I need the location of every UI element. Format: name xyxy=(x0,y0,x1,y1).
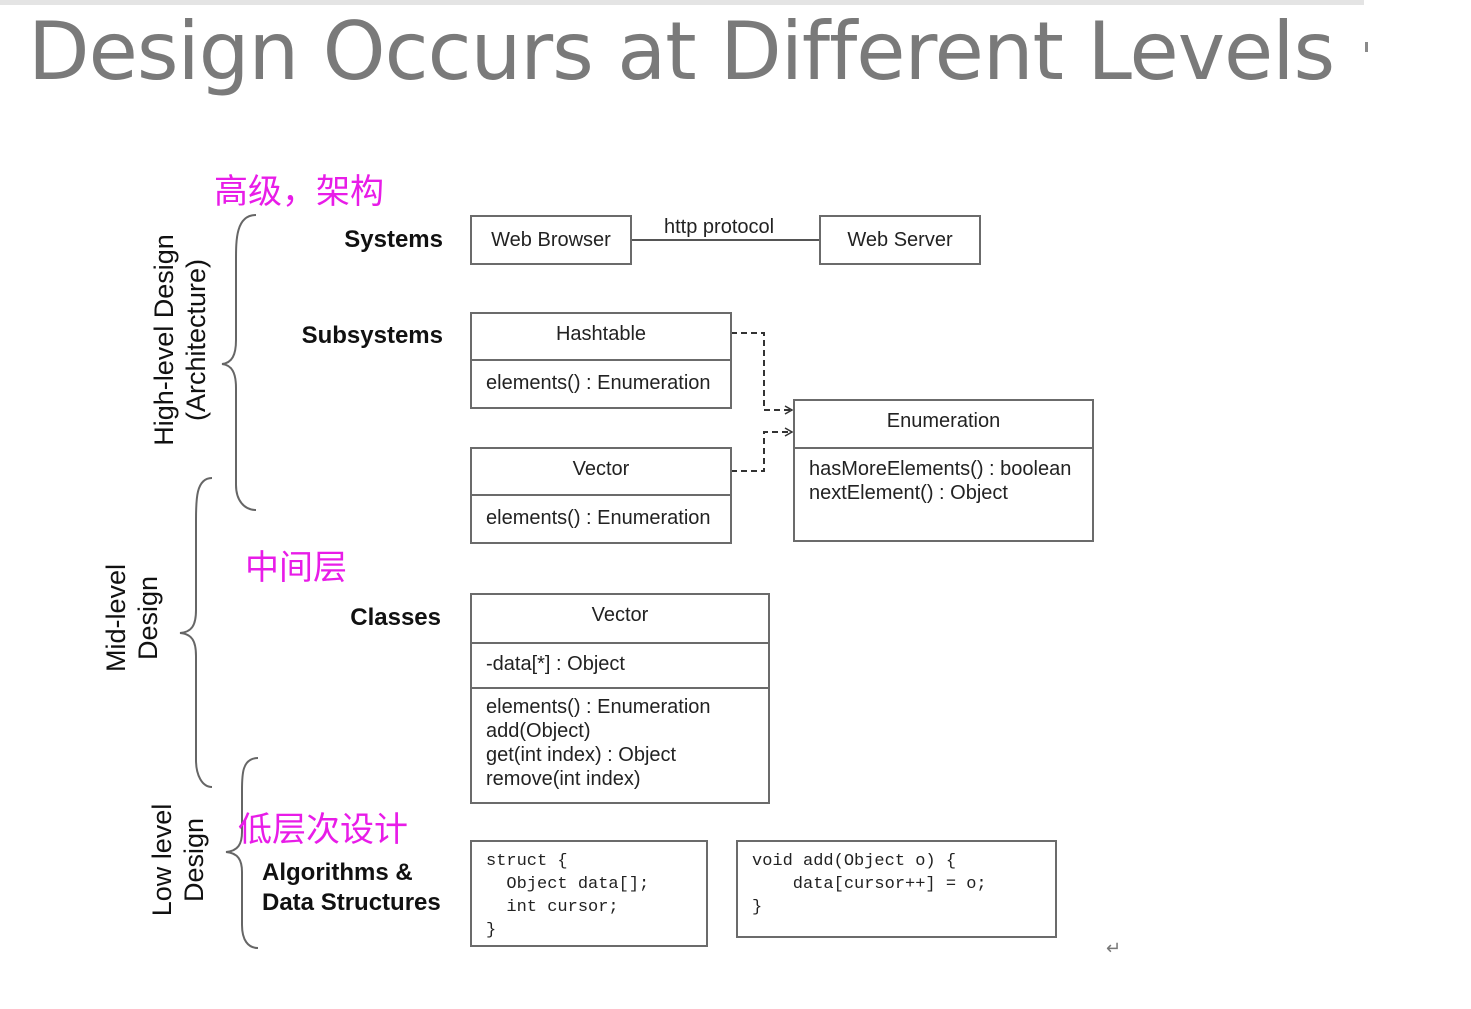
high-level-group-label: High-level Design (Architecture) xyxy=(149,234,211,446)
hashtable-method: elements() : Enumeration xyxy=(486,372,711,394)
class-vector-name: Vector xyxy=(472,595,768,644)
enumeration-name: Enumeration xyxy=(795,401,1092,449)
struct-code-box: struct { Object data[]; int cursor; } xyxy=(470,840,708,947)
high-level-annotation: 高级，架构 xyxy=(214,172,384,212)
class-vector-methods: elements() : Enumeration add(Object) get… xyxy=(472,689,768,791)
web-server-label: Web Server xyxy=(847,228,953,251)
mid-level-annotation: 中间层 xyxy=(245,548,347,588)
enumeration-methods: hasMoreElements() : boolean nextElement(… xyxy=(795,449,1092,505)
code-line: } xyxy=(752,898,763,917)
vector-dependency xyxy=(731,427,794,472)
enumeration-method: nextElement() : Object xyxy=(809,482,1008,504)
code-line: void add(Object o) { xyxy=(752,852,957,871)
code-line: struct { xyxy=(486,852,568,871)
enumeration-method: hasMoreElements() : boolean xyxy=(809,458,1072,480)
low-level-annotation: 低层次设计 xyxy=(238,810,408,850)
class-vector-box: Vector -data[*] : Object elements() : En… xyxy=(470,593,770,804)
http-protocol-label: http protocol xyxy=(664,216,775,238)
subsystem-vector-box: Vector elements() : Enumeration xyxy=(470,447,732,544)
hashtable-dependency xyxy=(731,332,794,415)
web-browser-label: Web Browser xyxy=(491,228,611,251)
low-level-group-label: Low level Design xyxy=(147,803,209,917)
code-line: Object data[]; xyxy=(486,875,650,894)
web-server-box: Web Server xyxy=(819,215,981,265)
hashtable-box: Hashtable elements() : Enumeration xyxy=(470,312,732,409)
low-level-brace xyxy=(225,757,259,949)
algorithms-label: Algorithms & Data Structures xyxy=(262,859,441,916)
classes-label: Classes xyxy=(350,604,441,631)
mid-level-brace xyxy=(179,477,213,788)
code-line: data[cursor++] = o; xyxy=(752,875,987,894)
hashtable-name: Hashtable xyxy=(472,314,730,361)
enumeration-box: Enumeration hasMoreElements() : boolean … xyxy=(793,399,1094,542)
class-vector-method: remove(int index) xyxy=(486,768,641,790)
subsystem-vector-method: elements() : Enumeration xyxy=(486,507,711,529)
class-vector-method: elements() : Enumeration xyxy=(486,696,711,718)
mid-level-group-label: Mid-level Design xyxy=(101,563,163,673)
systems-label: Systems xyxy=(344,226,443,253)
function-code-box: void add(Object o) { data[cursor++] = o;… xyxy=(736,840,1057,938)
high-level-brace xyxy=(221,214,257,511)
code-line: } xyxy=(486,921,497,940)
paragraph-mark-icon: ↵ xyxy=(1106,938,1122,958)
subsystems-label: Subsystems xyxy=(301,322,443,349)
code-line: int cursor; xyxy=(486,898,619,917)
class-vector-method: add(Object) xyxy=(486,720,591,742)
class-vector-method: get(int index) : Object xyxy=(486,744,677,766)
subsystem-vector-name: Vector xyxy=(472,449,730,496)
class-vector-attribute: -data[*] : Object xyxy=(472,644,768,689)
web-browser-box: Web Browser xyxy=(470,215,632,265)
